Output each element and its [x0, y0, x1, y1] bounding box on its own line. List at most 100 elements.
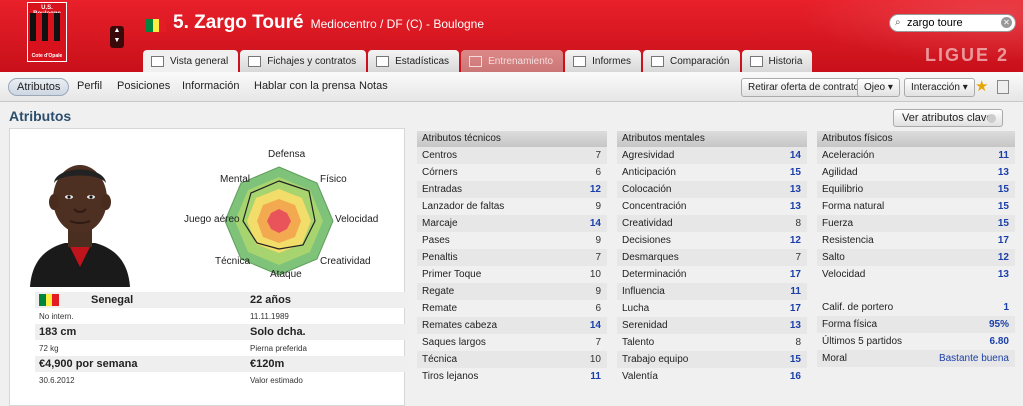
- scout-dropdown[interactable]: Ojeo ▾: [857, 78, 900, 97]
- attribute-value: 13: [789, 201, 801, 212]
- attribute-name: Trabajo equipo: [622, 354, 689, 365]
- attribute-row: Decisiones 12: [617, 232, 807, 249]
- key-attributes-button[interactable]: Ver atributos clave: [893, 109, 1003, 127]
- attribute-row: Talento 8: [617, 334, 807, 351]
- physical-rows: Aceleración 11 Agilidad 13 Equilibrio 15 Forma…: [817, 147, 1015, 283]
- add-to-list-icon[interactable]: [997, 80, 1009, 94]
- attribute-value: 12: [997, 252, 1009, 263]
- attribute-value: 17: [789, 269, 801, 280]
- technical-attributes: Atributos técnicos Centros 7 Córners 6 Entra…: [417, 131, 607, 385]
- radar-label-ataque: Ataque: [270, 269, 302, 280]
- subnav-item-perfil[interactable]: Perfil: [77, 80, 102, 92]
- senegal-flag-icon: [146, 19, 167, 32]
- subnav-item-atributos[interactable]: Atributos: [8, 78, 70, 96]
- radar-label-fisico: Físico: [320, 174, 347, 185]
- attribute-name: Salto: [822, 252, 845, 263]
- attribute-value: 6: [595, 167, 601, 178]
- attribute-row: Concentración 13: [617, 198, 807, 215]
- attribute-value: Bastante buena: [938, 353, 1009, 364]
- radar-label-tecnica: Técnica: [215, 256, 251, 267]
- international-status: No intern.: [39, 312, 74, 321]
- attribute-value: 15: [789, 354, 801, 365]
- attribute-row: Influencia 11: [617, 283, 807, 300]
- chevron-down-icon[interactable]: ▼: [110, 36, 124, 46]
- tab-estad-sticas[interactable]: Estadísticas: [368, 50, 460, 72]
- attribute-name: Penaltis: [422, 252, 458, 263]
- attribute-name: Determinación: [622, 269, 687, 280]
- subnav-item-informacion[interactable]: Información: [182, 80, 239, 92]
- nationality[interactable]: Senegal: [91, 294, 133, 306]
- interaction-dropdown[interactable]: Interacción ▾: [904, 78, 975, 97]
- attribute-row: Aceleración 11: [817, 147, 1015, 164]
- attribute-value: 9: [595, 235, 601, 246]
- attribute-value: 15: [997, 201, 1009, 212]
- attribute-row: Agresividad 14: [617, 147, 807, 164]
- attribute-row: Saques largos 7: [417, 334, 607, 351]
- star-icon[interactable]: ★: [975, 79, 988, 94]
- tab-informes[interactable]: Informes: [565, 50, 642, 72]
- attribute-value: 11: [998, 150, 1009, 161]
- height: 183 cm: [39, 326, 77, 338]
- player-nav-arrows[interactable]: ▲ ▼: [110, 26, 124, 48]
- tab-historia[interactable]: Historia: [741, 50, 813, 72]
- withdraw-offer-button[interactable]: Retirar oferta de contrato: [741, 78, 867, 97]
- attribute-value: 14: [789, 150, 801, 161]
- attribute-value: 7: [595, 150, 601, 161]
- radar-label-creatividad: Creatividad: [320, 256, 371, 267]
- clear-icon[interactable]: ✕: [1001, 17, 1012, 28]
- tab-icon: [749, 55, 763, 67]
- attribute-row: Forma física 95%: [817, 316, 1015, 333]
- attribute-value: 15: [789, 167, 801, 178]
- technical-attributes-header: Atributos técnicos: [417, 131, 607, 147]
- page-title: 5. Zargo Touré Mediocentro / DF (C) - Bo…: [173, 12, 484, 34]
- player-name: 5. Zargo Touré: [173, 12, 304, 33]
- attribute-value: 12: [589, 184, 601, 195]
- tab-comparaci-n[interactable]: Comparación: [643, 50, 740, 72]
- attribute-value: 15: [997, 218, 1009, 229]
- attribute-value: 13: [789, 184, 801, 195]
- attribute-name: Calif. de portero: [822, 302, 894, 313]
- attribute-value: 9: [595, 286, 601, 297]
- attribute-row: Determinación 17: [617, 266, 807, 283]
- tab-label: Comparación: [670, 55, 730, 67]
- attribute-name: Córners: [422, 167, 458, 178]
- interaction-label: Interacción: [911, 82, 960, 93]
- attribute-row: Córners 6: [417, 164, 607, 181]
- attribute-value: 17: [997, 235, 1009, 246]
- tab-vista-general[interactable]: Vista general: [143, 50, 239, 72]
- info-row: Senegal 22 años: [35, 292, 407, 308]
- subnav-item-prensa[interactable]: Hablar con la prensa: [254, 80, 356, 92]
- attribute-name: Técnica: [422, 354, 458, 365]
- attribute-row: Moral Bastante buena: [817, 350, 1015, 367]
- section-title: Atributos: [9, 108, 72, 124]
- attribute-value: 13: [789, 320, 801, 331]
- chevron-up-icon[interactable]: ▲: [110, 26, 124, 36]
- tab-icon: [573, 55, 587, 67]
- tab-icon: [248, 55, 262, 67]
- physical-attributes-header: Atributos físicos: [817, 131, 1015, 147]
- club-crest[interactable]: U.S. Boulogne Cote d'Opale: [27, 2, 67, 62]
- attribute-row: Valentía 16: [617, 368, 807, 385]
- subnav-item-posiciones[interactable]: Posiciones: [117, 80, 170, 92]
- attribute-row: Centros 7: [417, 147, 607, 164]
- attribute-row: Agilidad 13: [817, 164, 1015, 181]
- search-input[interactable]: [907, 16, 995, 30]
- attribute-value: 8: [795, 337, 801, 348]
- tab-entrenamiento[interactable]: Entrenamiento: [461, 50, 564, 72]
- tab-label: Vista general: [170, 55, 229, 67]
- attribute-value: 7: [595, 252, 601, 263]
- player-position-club[interactable]: Mediocentro / DF (C) - Boulogne: [311, 17, 484, 31]
- attribute-value: 12: [789, 235, 801, 246]
- attribute-row: Velocidad 13: [817, 266, 1015, 283]
- subnav-item-notas[interactable]: Notas: [359, 80, 388, 92]
- tab-fichajes-y-contratos[interactable]: Fichajes y contratos: [240, 50, 367, 72]
- attribute-row: Marcaje 14: [417, 215, 607, 232]
- attribute-row: Lucha 17: [617, 300, 807, 317]
- attribute-value: 13: [997, 167, 1009, 178]
- estimated-value-label: Valor estimado: [250, 376, 303, 385]
- attribute-value: 16: [789, 371, 801, 382]
- birthdate: 11.11.1989: [250, 312, 289, 321]
- search-box[interactable]: ⌕ ✕: [889, 14, 1016, 32]
- attribute-row: Serenidad 13: [617, 317, 807, 334]
- age: 22 años: [250, 294, 291, 306]
